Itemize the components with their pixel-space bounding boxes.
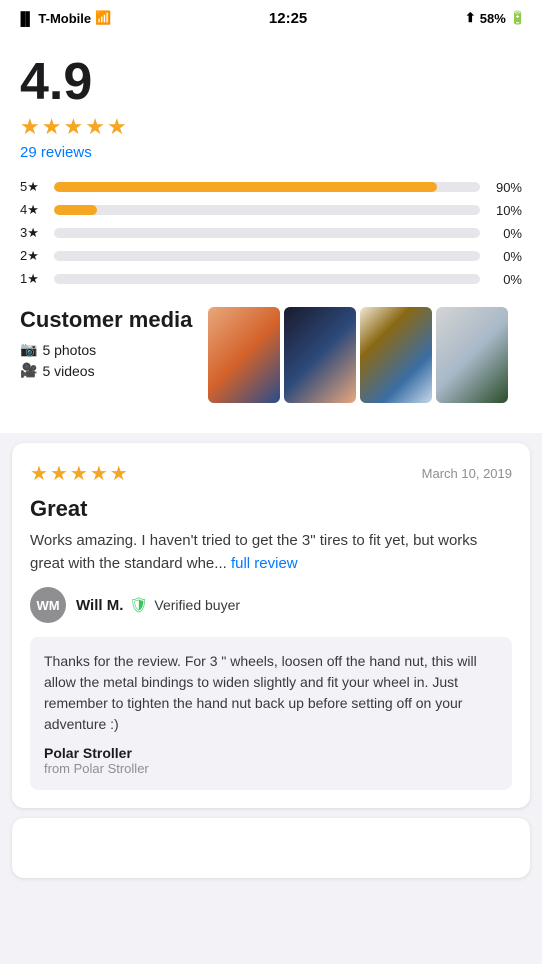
video-count: 5 videos [42, 363, 94, 379]
signal-icon: ▐▌ [16, 11, 34, 26]
review-stars: ★ ★ ★ ★ ★ [30, 461, 128, 486]
bar-label-1: 1★ [20, 271, 46, 287]
status-bar: ▐▌ T-Mobile 📶 12:25 ⬆ 58% 🔋 [0, 0, 542, 36]
seller-signature: Polar Stroller from Polar Stroller [44, 745, 498, 776]
thumbnail-1[interactable] [208, 307, 280, 403]
review-star-1: ★ [30, 461, 48, 486]
media-count: 📷 5 photos 🎥 5 videos [20, 341, 192, 379]
seller-name: Polar Stroller [44, 745, 498, 761]
video-count-row: 🎥 5 videos [20, 362, 192, 379]
bar-row-2: 2★ 0% [20, 248, 522, 264]
media-info: Customer media 📷 5 photos 🎥 5 videos [20, 307, 192, 379]
review-star-3: ★ [70, 461, 88, 486]
media-thumbnails[interactable] [208, 307, 508, 403]
photo-count: 5 photos [42, 342, 96, 358]
reviews-link[interactable]: 29 reviews [20, 144, 522, 161]
star-3-icon: ★ [63, 114, 83, 140]
wifi-icon: 📶 [95, 10, 111, 26]
review-star-5: ★ [110, 461, 128, 486]
customer-media-title: Customer media [20, 307, 192, 333]
bar-pct-2: 0% [488, 249, 522, 264]
video-icon: 🎥 [20, 362, 37, 379]
bar-fill-5 [54, 182, 437, 192]
verified-label: Verified buyer [154, 597, 240, 613]
bar-pct-1: 0% [488, 272, 522, 287]
thumbnail-2[interactable] [284, 307, 356, 403]
next-review-placeholder [12, 818, 530, 878]
overall-stars: ★ ★ ★ ★ ★ [20, 114, 522, 140]
bar-pct-4: 10% [488, 203, 522, 218]
bar-track-2 [54, 251, 480, 261]
camera-icon: 📷 [20, 341, 37, 358]
photo-count-row: 📷 5 photos [20, 341, 192, 358]
customer-media-section: Customer media 📷 5 photos 🎥 5 videos [20, 307, 522, 403]
star-1-icon: ★ [20, 114, 40, 140]
review-text: Works amazing. I haven't tried to get th… [30, 530, 512, 575]
star-4-icon: ★ [85, 114, 105, 140]
review-header: ★ ★ ★ ★ ★ March 10, 2019 [30, 461, 512, 486]
star-2-icon: ★ [42, 114, 62, 140]
seller-from: from Polar Stroller [44, 761, 498, 776]
avatar: WM [30, 587, 66, 623]
bar-label-4: 4★ [20, 202, 46, 218]
review-star-4: ★ [90, 461, 108, 486]
status-carrier: ▐▌ T-Mobile 📶 [16, 10, 111, 26]
status-battery: ⬆ 58% 🔋 [465, 10, 526, 26]
review-date: March 10, 2019 [422, 466, 512, 481]
bar-track-1 [54, 274, 480, 284]
star-5-half-icon: ★ [107, 114, 127, 140]
reviewer-row: WM Will M. 🛡 Verified buyer [30, 587, 512, 623]
rating-bars: 5★ 90% 4★ 10% 3★ 0% 2★ 0% [20, 179, 522, 287]
reviewer-name: Will M. [76, 597, 123, 614]
bar-track-4 [54, 205, 480, 215]
battery-icon: 🔋 [510, 10, 526, 26]
verified-shield-icon: 🛡 [129, 596, 148, 614]
review-star-2: ★ [50, 461, 68, 486]
rating-overview-section: 4.9 ★ ★ ★ ★ ★ 29 reviews 5★ 90% 4★ 10% 3… [0, 36, 542, 433]
thumbnail-4[interactable] [436, 307, 508, 403]
bar-track-5 [54, 182, 480, 192]
bar-pct-5: 90% [488, 180, 522, 195]
reviewer-info: Will M. 🛡 Verified buyer [76, 596, 240, 614]
status-time: 12:25 [269, 10, 307, 27]
review-title: Great [30, 496, 512, 522]
bar-row-1: 1★ 0% [20, 271, 522, 287]
seller-response: Thanks for the review. For 3 " wheels, l… [30, 637, 512, 790]
bar-fill-4 [54, 205, 97, 215]
bar-label-2: 2★ [20, 248, 46, 264]
bar-row-3: 3★ 0% [20, 225, 522, 241]
review-card: ★ ★ ★ ★ ★ March 10, 2019 Great Works ama… [12, 443, 530, 808]
overall-rating: 4.9 [20, 56, 522, 108]
bar-track-3 [54, 228, 480, 238]
read-more-link[interactable]: full review [231, 555, 298, 572]
bar-label-3: 3★ [20, 225, 46, 241]
bar-pct-3: 0% [488, 226, 522, 241]
seller-response-text: Thanks for the review. For 3 " wheels, l… [44, 651, 498, 735]
bar-row-5: 5★ 90% [20, 179, 522, 195]
thumbnail-3[interactable] [360, 307, 432, 403]
bar-label-5: 5★ [20, 179, 46, 195]
bar-row-4: 4★ 10% [20, 202, 522, 218]
location-icon: ⬆ [465, 10, 476, 26]
